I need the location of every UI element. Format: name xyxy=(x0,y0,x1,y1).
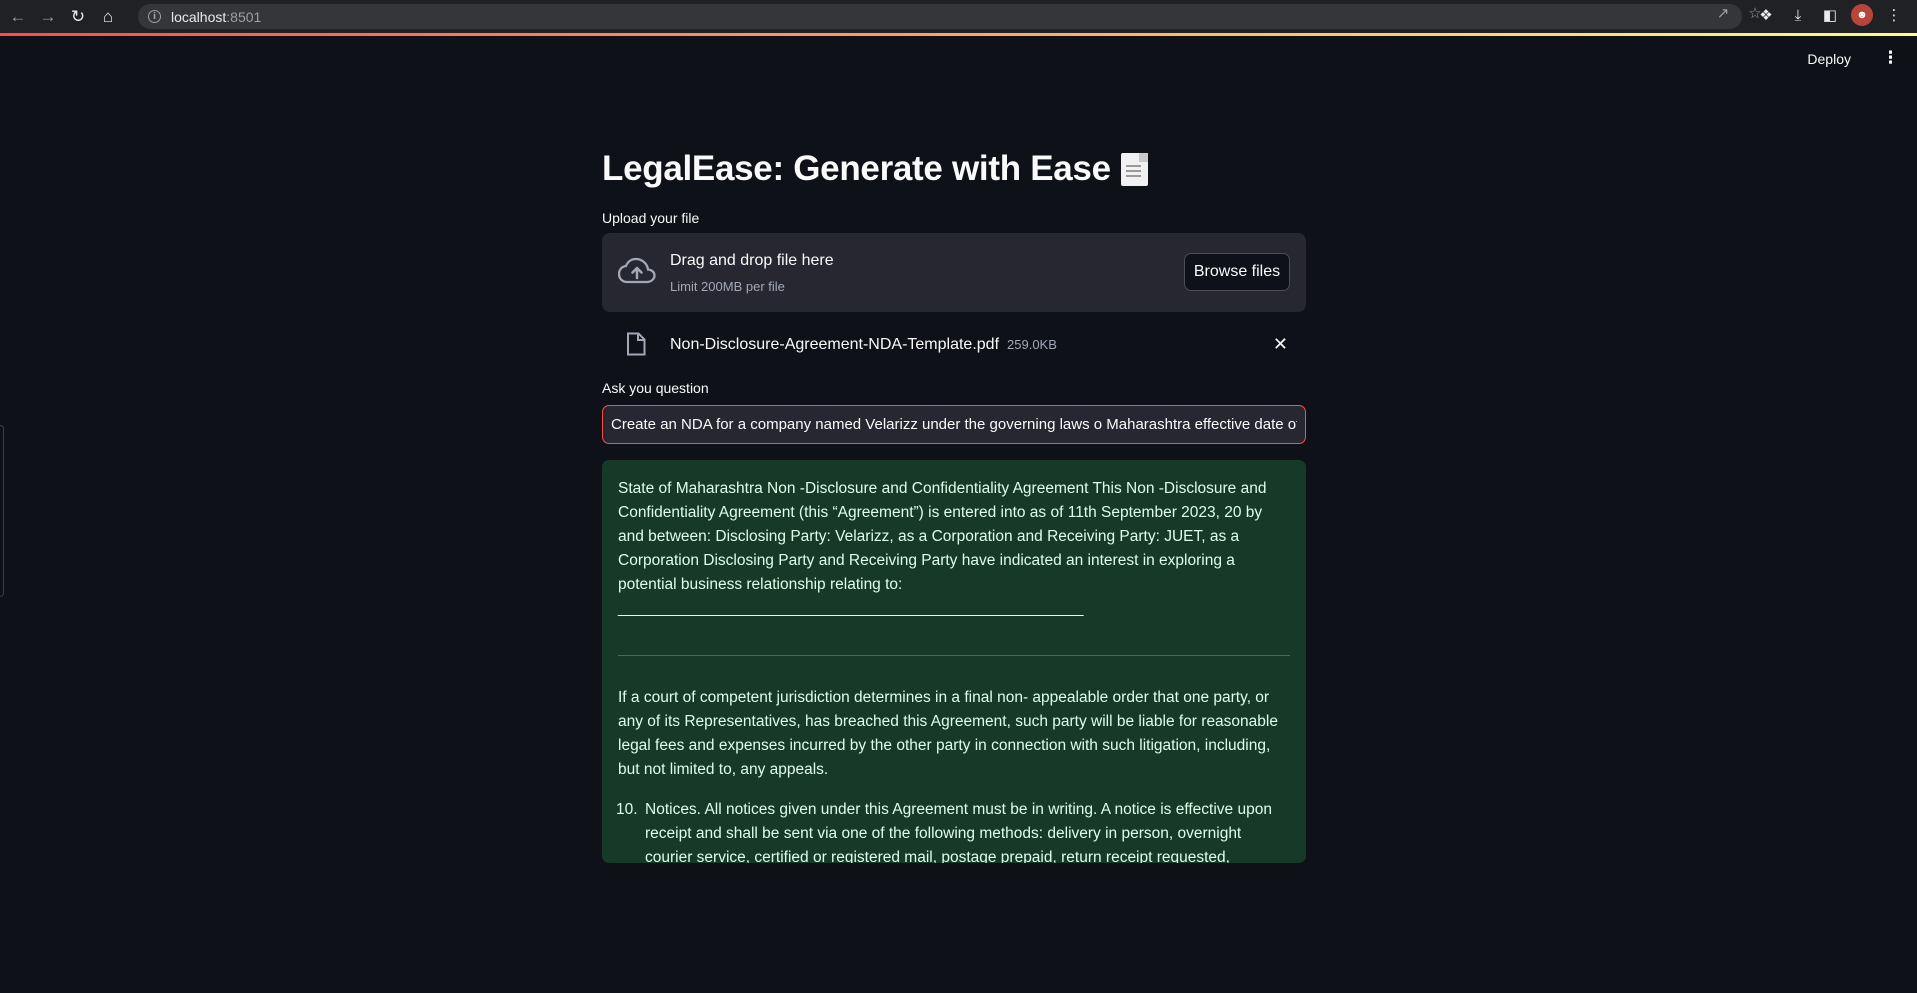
app-decoration-bar xyxy=(0,33,1917,36)
side-panel-icon[interactable]: ◧ xyxy=(1819,6,1841,24)
question-label: Ask you question xyxy=(602,380,709,396)
sidebar-collapsed-edge[interactable] xyxy=(0,425,4,597)
answer-divider xyxy=(618,655,1290,656)
file-icon xyxy=(627,332,646,356)
reload-icon[interactable]: ↻ xyxy=(63,2,93,32)
answer-success-box: State of Maharashtra Non -Disclosure and… xyxy=(602,460,1306,863)
question-input[interactable] xyxy=(602,405,1306,444)
answer-list-item: 10. Notices. All notices given under thi… xyxy=(616,798,1290,863)
page-title-text: LegalEase: Generate with Ease xyxy=(602,149,1111,188)
url-port: :8501 xyxy=(226,8,262,25)
chrome-menu-icon[interactable]: ⋮ xyxy=(1883,6,1905,24)
uploaded-file-size: 259.0KB xyxy=(1007,337,1057,352)
upload-label: Upload your file xyxy=(602,210,700,226)
main-content: LegalEase: Generate with Ease Upload you… xyxy=(602,140,1306,863)
profile-avatar[interactable]: ☻ xyxy=(1851,4,1873,26)
dropzone-instructions: Drag and drop file here xyxy=(670,252,834,269)
back-arrow-icon[interactable]: ← xyxy=(3,2,33,32)
file-dropzone[interactable]: Drag and drop file here Limit 200MB per … xyxy=(602,233,1306,312)
forward-arrow-icon[interactable]: → xyxy=(33,2,63,32)
deploy-button[interactable]: Deploy xyxy=(1807,51,1851,67)
page-facing-up-icon xyxy=(1120,152,1148,186)
uploaded-file-info: Non-Disclosure-Agreement-NDA-Template.pd… xyxy=(670,336,1057,354)
browser-toolbar: ← → ↻ ⌂ i localhost:8501 ↗ ☆ ❖ ⤓ ◧ ☻ ⋮ xyxy=(0,0,1917,33)
url-host: localhost xyxy=(171,8,227,25)
browse-files-button[interactable]: Browse files xyxy=(1184,253,1290,291)
list-item-text: Notices. All notices given under this Ag… xyxy=(645,801,1272,863)
home-icon[interactable]: ⌂ xyxy=(93,2,123,32)
answer-paragraph-1: State of Maharashtra Non -Disclosure and… xyxy=(618,480,1267,617)
cloud-upload-icon xyxy=(618,257,656,284)
remove-file-close-icon[interactable]: ✕ xyxy=(1273,334,1288,355)
uploaded-file-name: Non-Disclosure-Agreement-NDA-Template.pd… xyxy=(670,336,1000,353)
site-info-icon[interactable]: i xyxy=(148,10,161,23)
page-title: LegalEase: Generate with Ease xyxy=(602,140,1306,198)
extensions-puzzle-icon[interactable]: ❖ xyxy=(1755,6,1777,24)
address-bar[interactable]: i localhost:8501 xyxy=(138,4,1742,29)
share-icon[interactable]: ↗ xyxy=(1711,4,1735,22)
answer-paragraph-2: If a court of competent jurisdiction det… xyxy=(618,689,1278,778)
main-menu-icon[interactable]: ⋮ xyxy=(1882,48,1899,68)
dropzone-limit: Limit 200MB per file xyxy=(670,279,785,294)
list-item-number: 10. xyxy=(616,801,638,818)
uploaded-file-row: Non-Disclosure-Agreement-NDA-Template.pd… xyxy=(602,312,1306,374)
download-icon[interactable]: ⤓ xyxy=(1787,7,1809,24)
